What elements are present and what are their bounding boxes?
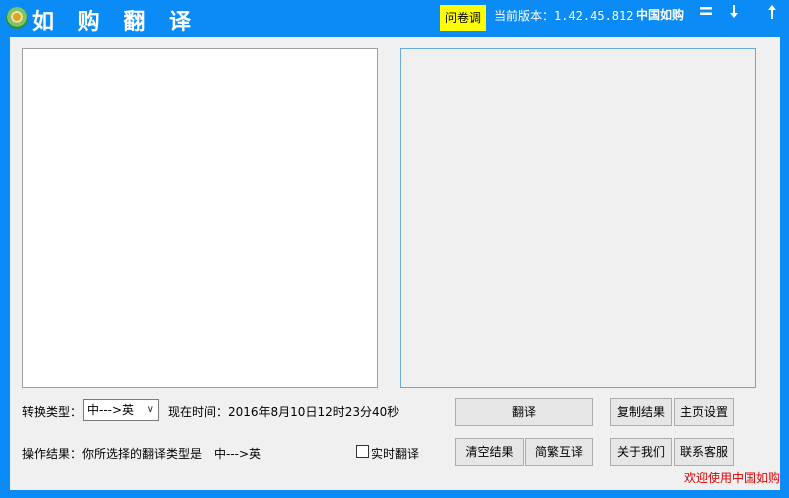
minimize-arrow-icon[interactable] — [726, 4, 742, 24]
type-select-value: 中--->英 — [87, 403, 135, 417]
result-text-area[interactable] — [400, 48, 756, 388]
title-bar: 如 购 翻 译 问卷调查 当前版本：1.42.45.812 中国如购 — [0, 0, 789, 51]
operation-result: 操作结果：你所选择的翻译类型是 中--->英 — [22, 447, 262, 461]
version-label: 当前版本：1.42.45.812 — [494, 9, 634, 23]
homepage-settings-button[interactable]: 主页设置 — [674, 398, 734, 426]
translate-button[interactable]: 翻译 — [455, 398, 593, 426]
welcome-marquee: 欢迎使用中国如购翻 — [684, 471, 780, 485]
source-text-area[interactable] — [22, 48, 378, 388]
realtime-label[interactable]: 实时翻译 — [371, 445, 419, 462]
contact-support-button[interactable]: 联系客服 — [674, 438, 734, 466]
about-us-button[interactable]: 关于我们 — [610, 438, 672, 466]
realtime-checkbox[interactable] — [356, 445, 369, 458]
upload-arrow-icon[interactable] — [764, 4, 780, 24]
brand-link[interactable]: 中国如购 — [636, 6, 684, 23]
main-panel: 转换类型： 中--->英 ∨ 现在时间：2016年8月10日12时23分40秒 … — [10, 37, 780, 490]
type-select[interactable]: 中--->英 ∨ — [83, 399, 159, 421]
current-time: 现在时间：2016年8月10日12时23分40秒 — [168, 405, 400, 419]
menu-icon[interactable] — [698, 4, 714, 22]
survey-button[interactable]: 问卷调查 — [440, 5, 486, 51]
app-logo-icon — [6, 7, 28, 29]
simplified-traditional-button[interactable]: 简繁互译 — [525, 438, 593, 466]
copy-result-button[interactable]: 复制结果 — [610, 398, 672, 426]
chevron-down-icon: ∨ — [146, 404, 154, 415]
app-title: 如 购 翻 译 — [32, 9, 199, 35]
clear-results-button[interactable]: 清空结果 — [455, 438, 524, 466]
type-label: 转换类型： — [22, 405, 83, 419]
